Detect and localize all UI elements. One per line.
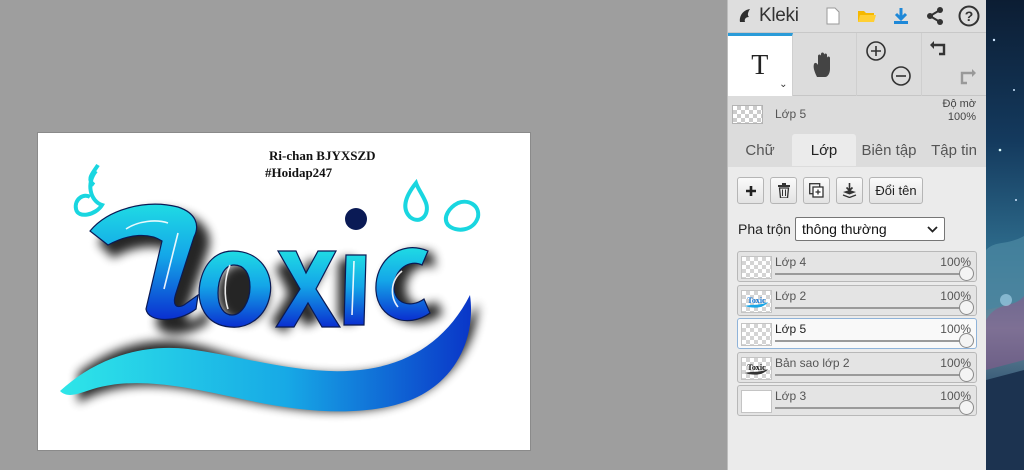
plus-icon <box>745 185 756 196</box>
layer-opacity-slider-handle[interactable] <box>959 366 974 382</box>
app-name: Kleki <box>759 5 799 26</box>
night-scene-image <box>986 38 1024 470</box>
chevron-down-icon <box>927 225 938 233</box>
top-bar: Kleki ? <box>728 0 986 33</box>
layer-thumbnail <box>741 390 772 413</box>
svg-text:Toxic: Toxic <box>747 296 766 305</box>
layer-opacity-slider-handle[interactable] <box>959 299 974 315</box>
new-file-icon <box>826 7 840 25</box>
opacity-value: 100% <box>947 111 976 123</box>
text-tool-icon: T <box>751 50 769 81</box>
duplicate-icon <box>809 183 824 198</box>
layer-item[interactable]: Toxic Lớp 2 100% <box>737 284 977 316</box>
credit-text: Ri-chan BJYXSZD #Hoidap247 <box>265 147 376 181</box>
layer-thumbnail <box>741 323 772 346</box>
toxic-thumbnail: Toxic <box>745 363 768 375</box>
help-icon: ? <box>958 5 980 27</box>
layer-list: Lớp 4 100% Toxic Lớp 2 100% Lớp 5 100% T… <box>737 251 977 419</box>
credit-line-2: #Hoidap247 <box>265 165 333 180</box>
kleki-logo-icon <box>739 9 750 22</box>
text-tool-button[interactable]: T ⌄ <box>728 33 793 96</box>
layer-name: Lớp 5 <box>775 322 807 336</box>
download-icon <box>894 8 908 24</box>
layer-name: Lớp 3 <box>775 389 807 403</box>
current-layer-name: Lớp 5 <box>775 107 807 121</box>
delete-layer-button[interactable] <box>770 177 797 204</box>
opacity-label: Độ mờ <box>942 98 977 110</box>
layer-item[interactable]: Toxic Bản sao lớp 2 100% <box>737 351 977 383</box>
download-button[interactable] <box>884 0 918 33</box>
layer-opacity-slider-handle[interactable] <box>959 333 974 348</box>
layer-thumbnail: Toxic <box>741 356 772 380</box>
tab-brush[interactable]: Chữ <box>728 134 792 166</box>
new-file-button[interactable] <box>816 0 850 33</box>
layer-item[interactable]: Lớp 5 100% <box>737 318 977 349</box>
blend-mode-select[interactable]: thông thường <box>794 217 945 241</box>
current-layer-thumbnail <box>732 104 763 124</box>
hand-icon <box>813 52 831 77</box>
layer-name: Lớp 2 <box>775 288 807 303</box>
layer-thumbnail <box>741 256 772 279</box>
layer-opacity-slider-track[interactable] <box>775 306 968 309</box>
add-layer-button[interactable] <box>737 177 764 204</box>
undo-icon[interactable] <box>929 39 952 61</box>
share-button[interactable] <box>918 0 952 33</box>
layer-opacity-slider-handle[interactable] <box>959 400 974 415</box>
opacity-readout: Độ mờ 100% <box>943 98 977 124</box>
tab-file[interactable]: Tập tin <box>922 134 986 166</box>
layer-opacity-slider-handle[interactable] <box>959 266 974 281</box>
tab-edit[interactable]: Biên tập <box>856 134 922 166</box>
trash-icon <box>777 183 790 198</box>
blend-mode-row: Pha trộn thông thường <box>738 217 945 241</box>
layer-name: Lớp 4 <box>775 255 807 269</box>
merge-down-icon <box>842 183 857 198</box>
blend-mode-label: Pha trộn <box>738 221 791 237</box>
current-layer-info: Lớp 5 Độ mờ 100% <box>728 96 986 132</box>
redo-icon[interactable] <box>954 65 976 87</box>
tool-row: T ⌄ <box>728 33 986 96</box>
help-button[interactable]: ? <box>952 0 986 33</box>
chevron-down-icon[interactable]: ⌄ <box>779 79 787 90</box>
open-folder-button[interactable] <box>850 0 884 33</box>
svg-text:?: ? <box>965 8 974 24</box>
svg-text:Toxic: Toxic <box>747 363 766 372</box>
layers-panel: Đổi tên Pha trộn thông thường Lớp 4 100%… <box>728 167 986 470</box>
undo-redo-controls <box>922 33 987 96</box>
kleki-logo[interactable]: Kleki <box>728 5 816 27</box>
panel-tabs: Chữ Lớp Biên tập Tập tin <box>728 132 986 166</box>
layer-item[interactable]: Lớp 4 100% <box>737 251 977 282</box>
tab-layers[interactable]: Lớp <box>792 134 856 166</box>
layer-opacity-slider-track[interactable] <box>775 373 968 376</box>
rename-layer-button[interactable]: Đổi tên <box>869 177 923 204</box>
merge-layer-button[interactable] <box>836 177 863 204</box>
layer-opacity-slider-track[interactable] <box>775 273 968 275</box>
hand-tool-button[interactable] <box>793 33 857 96</box>
blend-mode-value: thông thường <box>801 221 887 237</box>
layer-actions: Đổi tên <box>737 177 923 204</box>
toxic-thumbnail: Toxic <box>745 296 768 308</box>
sidebar: Kleki ? T ⌄ Lớp 5 Độ mờ 100% Chữ Lớp Biê… <box>727 0 986 470</box>
layer-opacity-slider-track[interactable] <box>775 407 968 409</box>
layer-name: Bản sao lớp 2 <box>775 355 850 370</box>
zoom-in-icon[interactable] <box>865 40 887 62</box>
layer-opacity-slider-track[interactable] <box>775 340 968 342</box>
drawing-canvas[interactable]: Ri-chan BJYXSZD #Hoidap247 <box>38 133 530 450</box>
layer-item[interactable]: Lớp 3 100% <box>737 385 977 416</box>
canvas-area[interactable]: Ri-chan BJYXSZD #Hoidap247 <box>0 0 727 470</box>
background-image-strip <box>986 0 1024 470</box>
duplicate-layer-button[interactable] <box>803 177 830 204</box>
zoom-controls <box>857 33 922 96</box>
share-icon <box>927 7 943 25</box>
layer-thumbnail: Toxic <box>741 289 772 313</box>
zoom-out-icon[interactable] <box>890 65 912 87</box>
open-folder-icon <box>858 11 876 22</box>
credit-line-1: Ri-chan BJYXSZD <box>269 148 376 163</box>
